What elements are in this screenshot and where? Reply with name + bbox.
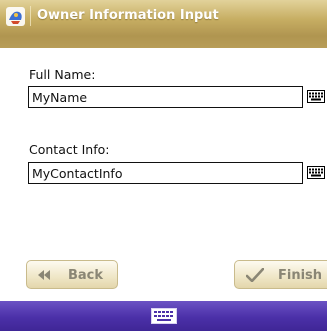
window-title: Owner Information Input	[37, 8, 219, 23]
app-icon[interactable]	[5, 6, 26, 27]
double-left-arrow-icon	[38, 270, 50, 280]
full-name-label: Full Name:	[29, 67, 96, 82]
checkmark-icon	[246, 268, 264, 282]
keyboard-icon[interactable]	[151, 308, 177, 324]
contact-info-label: Contact Info:	[29, 142, 110, 157]
contact-info-input[interactable]	[28, 162, 303, 184]
back-button-label: Back	[68, 268, 104, 283]
keyboard-icon[interactable]	[307, 89, 325, 104]
finish-button-label: Finish	[278, 268, 323, 283]
finish-button[interactable]: Finish	[234, 260, 327, 289]
bottom-menu-bar	[0, 301, 327, 331]
title-divider	[30, 6, 31, 26]
full-name-input[interactable]	[28, 86, 303, 108]
back-button[interactable]: Back	[26, 260, 118, 289]
keyboard-icon[interactable]	[307, 165, 325, 180]
title-bar: Owner Information Input	[0, 0, 327, 48]
